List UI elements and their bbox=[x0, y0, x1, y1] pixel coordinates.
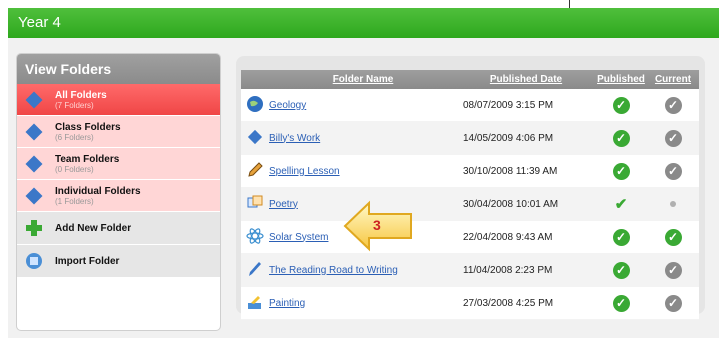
published-check-icon: ✓ bbox=[612, 294, 630, 312]
nav-item-label: All Folders bbox=[55, 89, 107, 101]
current-status[interactable]: ✓ bbox=[647, 253, 699, 287]
globe-icon bbox=[246, 95, 264, 116]
view-folders-pane: View Folders All Folders (7 Folders) Class… bbox=[16, 53, 221, 331]
folder-link[interactable]: Poetry bbox=[269, 199, 298, 210]
table-row: Painting 27/03/2008 4:25 PM ✓ ✓ bbox=[241, 286, 699, 320]
table-row: The Reading Road to Writing 11/04/2008 2:… bbox=[241, 253, 699, 287]
nav-item-team-folders[interactable]: Team Folders (0 Folders) bbox=[17, 148, 220, 180]
published-check-icon: ✓ bbox=[612, 228, 630, 246]
nav-item-label: Team Folders bbox=[55, 153, 120, 165]
current-status[interactable]: ✓ bbox=[647, 121, 699, 155]
current-status[interactable]: ✓ bbox=[647, 89, 699, 122]
action-label: Import Folder bbox=[55, 255, 120, 267]
published-status[interactable]: ✓ bbox=[595, 121, 647, 155]
action-label: Add New Folder bbox=[55, 222, 132, 234]
import-folder-button[interactable]: Import Folder bbox=[17, 245, 220, 278]
current-status[interactable]: ✓ bbox=[647, 220, 699, 254]
published-date: 14/05/2009 4:06 PM bbox=[457, 121, 595, 155]
published-status[interactable]: ✔ bbox=[595, 187, 647, 221]
column-header-folder-name[interactable]: Folder Name bbox=[269, 70, 457, 89]
published-status[interactable]: ✓ bbox=[595, 89, 647, 122]
folder-link[interactable]: Solar System bbox=[269, 232, 328, 243]
folder-link[interactable]: Billy's Work bbox=[269, 133, 320, 144]
individual-folders-icon bbox=[25, 187, 43, 205]
table-header-row: Folder Name Published Date Published Cur… bbox=[241, 70, 699, 89]
add-new-folder-button[interactable]: Add New Folder bbox=[17, 212, 220, 245]
table-row: Spelling Lesson 30/10/2008 11:39 AM ✓ ✓ bbox=[241, 154, 699, 188]
nav-item-count: (7 Folders) bbox=[55, 100, 94, 110]
published-check-icon: ✓ bbox=[612, 96, 630, 114]
current-dot-icon bbox=[670, 200, 676, 207]
team-folders-icon bbox=[25, 155, 43, 173]
diamond-icon bbox=[246, 129, 264, 149]
table-row: Solar System 22/04/2008 9:43 AM ✓ ✓ bbox=[241, 220, 699, 254]
current-check-icon: ✓ bbox=[664, 96, 682, 114]
published-date: 11/04/2008 2:23 PM bbox=[457, 253, 595, 287]
pen-icon bbox=[246, 261, 264, 281]
pencil-icon bbox=[246, 161, 264, 182]
nav-item-class-folders[interactable]: Class Folders (6 Folders) bbox=[17, 116, 220, 148]
table-row: Billy's Work 14/05/2009 4:06 PM ✓ ✓ bbox=[241, 121, 699, 155]
published-status[interactable]: ✓ bbox=[595, 286, 647, 320]
published-status[interactable]: ✓ bbox=[595, 154, 647, 188]
top-strip bbox=[0, 0, 719, 8]
view-folders-heading: View Folders bbox=[17, 54, 220, 84]
current-check-icon: ✓ bbox=[664, 129, 682, 147]
nav-item-label: Class Folders bbox=[55, 121, 121, 133]
published-date: 22/04/2008 9:43 AM bbox=[457, 220, 595, 254]
paint-icon bbox=[246, 295, 264, 314]
nav-item-count: (0 Folders) bbox=[55, 164, 94, 174]
folder-link[interactable]: Painting bbox=[269, 298, 305, 309]
folder-table: Folder Name Published Date Published Cur… bbox=[241, 70, 699, 320]
current-status[interactable] bbox=[647, 187, 699, 221]
atom-icon bbox=[246, 227, 264, 248]
current-check-icon: ✓ bbox=[664, 228, 682, 246]
column-header-current[interactable]: Current bbox=[647, 70, 699, 89]
published-status[interactable]: ✓ bbox=[595, 253, 647, 287]
current-status[interactable]: ✓ bbox=[647, 286, 699, 320]
step-number: 3 bbox=[373, 217, 381, 233]
folder-link[interactable]: Geology bbox=[269, 100, 306, 111]
folder-link[interactable]: The Reading Road to Writing bbox=[269, 265, 398, 276]
current-check-icon: ✓ bbox=[664, 261, 682, 279]
published-status[interactable]: ✓ bbox=[595, 220, 647, 254]
published-check-icon: ✓ bbox=[612, 129, 630, 147]
published-date: 08/07/2009 3:15 PM bbox=[457, 89, 595, 122]
current-check-icon: ✓ bbox=[664, 162, 682, 180]
published-date: 30/10/2008 11:39 AM bbox=[457, 154, 595, 188]
published-check-icon: ✓ bbox=[612, 162, 630, 180]
table-row: Poetry 30/04/2008 10:01 AM ✔ bbox=[241, 187, 699, 221]
nav-item-label: Individual Folders bbox=[55, 185, 141, 197]
all-folders-icon bbox=[25, 91, 43, 109]
published-date: 30/04/2008 10:01 AM bbox=[457, 187, 595, 221]
published-check-icon: ✔ bbox=[614, 195, 628, 213]
step-callout-arrow: 3 bbox=[343, 200, 415, 252]
current-status[interactable]: ✓ bbox=[647, 154, 699, 188]
icon-column-header bbox=[241, 70, 269, 89]
page-title: Year 4 bbox=[8, 8, 719, 38]
published-date: 27/03/2008 4:25 PM bbox=[457, 286, 595, 320]
current-check-icon: ✓ bbox=[664, 294, 682, 312]
column-header-published[interactable]: Published bbox=[595, 70, 647, 89]
import-folder-icon bbox=[25, 252, 43, 270]
column-header-published-date[interactable]: Published Date bbox=[457, 70, 595, 89]
divider bbox=[569, 0, 570, 8]
add-folder-icon bbox=[25, 219, 43, 237]
table-row: Geology 08/07/2009 3:15 PM ✓ ✓ bbox=[241, 89, 699, 122]
nav-item-individual-folders[interactable]: Individual Folders (1 Folders) bbox=[17, 180, 220, 212]
published-check-icon: ✓ bbox=[612, 261, 630, 279]
nav-item-count: (1 Folders) bbox=[55, 196, 94, 206]
nav-item-all-folders[interactable]: All Folders (7 Folders) bbox=[17, 84, 220, 116]
folder-filter-list: All Folders (7 Folders) Class Folders (6 Fo… bbox=[17, 84, 220, 278]
blocks-icon bbox=[246, 195, 264, 215]
class-folders-icon bbox=[25, 123, 43, 141]
nav-item-count: (6 Folders) bbox=[55, 132, 94, 142]
folder-link[interactable]: Spelling Lesson bbox=[269, 166, 340, 177]
